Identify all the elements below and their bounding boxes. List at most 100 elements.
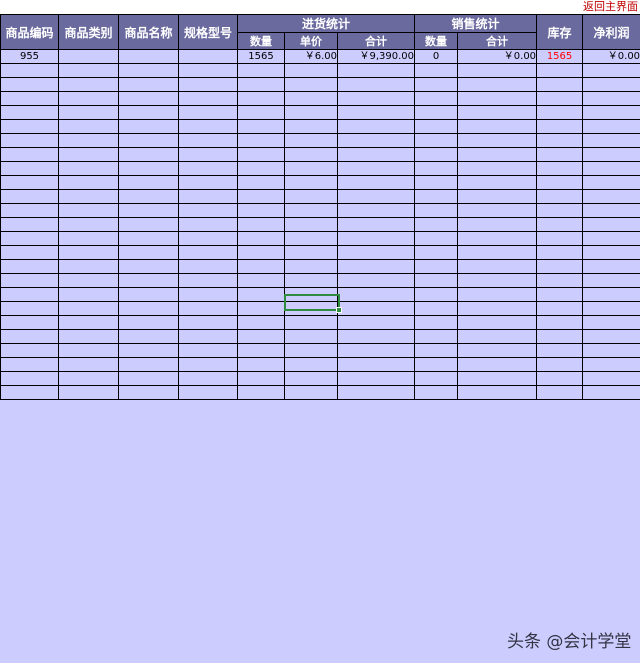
empty-cell[interactable] [457,315,538,330]
empty-cell[interactable] [237,371,285,386]
empty-cell[interactable] [118,147,179,162]
empty-cell[interactable] [118,329,179,344]
empty-cell[interactable] [536,357,584,372]
selected-cell-highlight[interactable] [284,294,342,313]
empty-cell[interactable] [178,91,238,106]
empty-cell[interactable] [237,343,285,358]
cell-sales-total[interactable]: ￥0.00 [457,49,538,64]
empty-cell[interactable] [58,385,119,400]
empty-cell[interactable] [582,245,640,260]
empty-cell[interactable] [414,217,459,232]
empty-cell[interactable] [0,287,59,302]
empty-cell[interactable] [536,315,584,330]
empty-cell[interactable] [536,203,584,218]
empty-cell[interactable] [118,175,179,190]
empty-cell[interactable] [118,357,179,372]
empty-cell[interactable] [457,119,538,134]
empty-cell[interactable] [457,357,538,372]
empty-cell[interactable] [0,371,59,386]
empty-cell[interactable] [582,63,640,78]
empty-cell[interactable] [118,273,179,288]
empty-cell[interactable] [58,119,119,134]
empty-cell[interactable] [178,77,238,92]
empty-cell[interactable] [536,217,584,232]
empty-cell[interactable] [58,231,119,246]
empty-cell[interactable] [58,343,119,358]
empty-cell[interactable] [457,259,538,274]
empty-cell[interactable] [178,245,238,260]
empty-cell[interactable] [178,189,238,204]
empty-cell[interactable] [284,203,338,218]
empty-cell[interactable] [457,371,538,386]
empty-cell[interactable] [582,77,640,92]
empty-cell[interactable] [284,133,338,148]
empty-cell[interactable] [414,273,459,288]
empty-cell[interactable] [336,91,416,106]
empty-cell[interactable] [582,329,640,344]
empty-cell[interactable] [178,385,238,400]
empty-cell[interactable] [336,175,416,190]
empty-cell[interactable] [58,161,119,176]
empty-cell[interactable] [0,63,59,78]
empty-cell[interactable] [58,203,119,218]
empty-cell[interactable] [536,63,584,78]
empty-cell[interactable] [457,63,538,78]
cell-stock[interactable]: 1565 [536,49,584,64]
empty-cell[interactable] [414,259,459,274]
empty-cell[interactable] [0,231,59,246]
empty-cell[interactable] [582,119,640,134]
empty-cell[interactable] [0,133,59,148]
empty-cell[interactable] [457,133,538,148]
empty-cell[interactable] [118,343,179,358]
empty-cell[interactable] [414,301,459,316]
empty-cell[interactable] [414,119,459,134]
empty-cell[interactable] [58,245,119,260]
empty-cell[interactable] [284,161,338,176]
empty-cell[interactable] [118,133,179,148]
empty-cell[interactable] [284,63,338,78]
empty-cell[interactable] [414,105,459,120]
header-sales-group[interactable]: 销售统计 [414,14,538,33]
empty-cell[interactable] [58,189,119,204]
empty-cell[interactable] [536,287,584,302]
empty-cell[interactable] [457,175,538,190]
empty-cell[interactable] [582,315,640,330]
empty-cell[interactable] [536,273,584,288]
empty-cell[interactable] [414,77,459,92]
empty-cell[interactable] [414,329,459,344]
empty-cell[interactable] [178,119,238,134]
cell-purchase-price[interactable]: ￥6.00 [284,49,338,64]
empty-cell[interactable] [414,245,459,260]
empty-cell[interactable] [414,175,459,190]
empty-cell[interactable] [118,119,179,134]
empty-cell[interactable] [336,245,416,260]
empty-cell[interactable] [284,371,338,386]
empty-cell[interactable] [457,203,538,218]
cell-sales-qty[interactable]: 0 [414,49,459,64]
cell-category[interactable] [58,49,119,64]
empty-cell[interactable] [118,217,179,232]
empty-cell[interactable] [58,147,119,162]
empty-cell[interactable] [457,385,538,400]
empty-cell[interactable] [457,287,538,302]
empty-cell[interactable] [118,161,179,176]
empty-cell[interactable] [457,147,538,162]
empty-cell[interactable] [58,357,119,372]
empty-cell[interactable] [582,385,640,400]
empty-cell[interactable] [237,259,285,274]
empty-cell[interactable] [414,161,459,176]
empty-cell[interactable] [336,273,416,288]
empty-cell[interactable] [178,343,238,358]
header-sales-qty[interactable]: 数量 [414,32,459,50]
empty-cell[interactable] [237,91,285,106]
empty-cell[interactable] [457,231,538,246]
empty-cell[interactable] [237,273,285,288]
empty-cell[interactable] [178,259,238,274]
header-profit[interactable]: 净利润 [582,14,640,50]
empty-cell[interactable] [118,259,179,274]
empty-cell[interactable] [58,77,119,92]
empty-cell[interactable] [536,119,584,134]
empty-cell[interactable] [336,343,416,358]
empty-cell[interactable] [0,329,59,344]
empty-cell[interactable] [536,105,584,120]
